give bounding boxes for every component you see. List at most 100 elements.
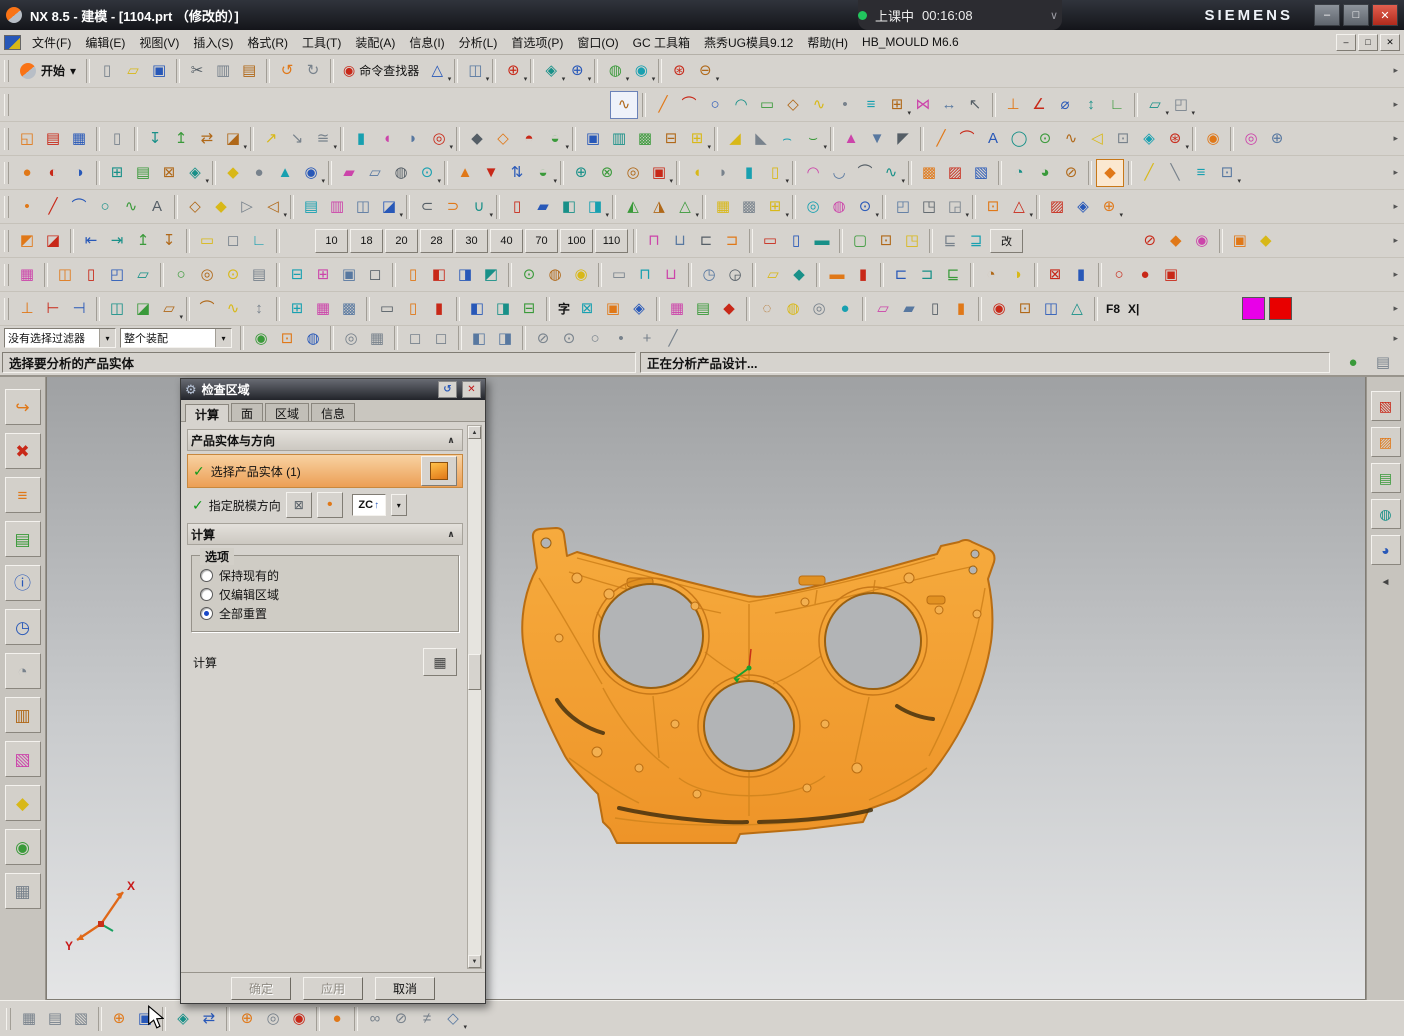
toolbar-icon[interactable]: ↗ — [258, 126, 284, 152]
toolbar-icon[interactable]: ◍▾ — [602, 58, 628, 84]
toolbar-icon[interactable]: ◠ — [728, 92, 754, 118]
toolbar-icon[interactable]: ▦ — [14, 262, 40, 288]
toolbar-icon[interactable]: ◕ — [1032, 160, 1058, 186]
toolbar-icon[interactable]: ↖ — [962, 92, 988, 118]
toolbar-icon[interactable]: ◻ — [220, 228, 246, 254]
toolbar-icon[interactable]: ↔ — [936, 92, 962, 118]
toolbar-icon[interactable]: ▱ — [130, 262, 156, 288]
toolbar-icon[interactable]: ◤ — [890, 126, 916, 152]
toolbar-icon[interactable]: ⊘ — [1137, 228, 1163, 254]
toolbar-icon[interactable]: ◭ — [620, 194, 646, 220]
child-minimize-button[interactable]: – — [1336, 34, 1356, 51]
toolbar-icon[interactable]: △ — [1064, 296, 1090, 322]
toolbar-icon[interactable]: ⊡ — [1110, 126, 1136, 152]
toolbar-icon[interactable]: ▣ — [1227, 228, 1253, 254]
dock-icon[interactable]: ▨ — [1371, 427, 1401, 457]
toolbar-icon[interactable]: ↥ — [130, 228, 156, 254]
toolbar-text-icon[interactable]: X| — [1124, 302, 1143, 316]
toolbar-icon[interactable]: ⊃ — [440, 194, 466, 220]
toolbar-icon[interactable]: ╱ — [650, 92, 676, 118]
toolbar-icon[interactable]: ∿ — [610, 91, 638, 119]
toolbar-icon[interactable]: ▣▾ — [646, 160, 672, 186]
menu-item[interactable]: GC 工具箱 — [626, 32, 697, 53]
toolbar-icon[interactable]: ∟ — [246, 228, 272, 254]
toolbar-icon[interactable]: ⊣ — [66, 296, 92, 322]
dock-icon[interactable]: ⓘ — [5, 565, 41, 601]
toolbar-icon[interactable]: ◻ — [402, 325, 428, 351]
toolbar-icon[interactable]: ≡ — [858, 92, 884, 118]
menu-item[interactable]: 燕秀UG模具9.12 — [697, 32, 800, 53]
dock-icon[interactable]: ◉ — [5, 829, 41, 865]
toolbar-icon[interactable]: ⊑ — [937, 228, 963, 254]
toolbar-icon[interactable]: ◈ — [1070, 194, 1096, 220]
menu-item[interactable]: HB_MOULD M6.6 — [855, 33, 966, 51]
toolbar-icon[interactable]: ⊥ — [1000, 92, 1026, 118]
select-product-body-row[interactable]: ✓ 选择产品实体 (1) — [187, 454, 463, 488]
toolbar-icon[interactable]: ◍ — [542, 262, 568, 288]
toolbar-icon[interactable]: ◍ — [388, 160, 414, 186]
toolbar-icon[interactable]: ⌢ — [774, 126, 800, 152]
toolbar-icon[interactable]: ◠ — [800, 160, 826, 186]
toolbar-icon[interactable]: ◆ — [716, 296, 742, 322]
toolbar-icon[interactable]: ▣ — [600, 296, 626, 322]
toolbar-icon[interactable]: ◆ — [1096, 159, 1124, 187]
radio-icon[interactable] — [200, 607, 213, 620]
toolbar-icon[interactable]: ◈▾ — [182, 160, 208, 186]
toolbar-text-icon[interactable]: F8 — [1102, 302, 1124, 316]
toolbar-icon[interactable]: ◪▾ — [220, 126, 246, 152]
toolbar-icon[interactable]: ⊙ — [516, 262, 542, 288]
toolbar-icon[interactable]: ⇤ — [78, 228, 104, 254]
radio-option[interactable]: 仅编辑区域 — [200, 585, 450, 604]
toolbar-icon[interactable]: ▦ — [710, 194, 736, 220]
toolbar-icon[interactable]: ▦ — [310, 296, 336, 322]
scrollbar-thumb[interactable] — [468, 654, 481, 690]
axis-combo[interactable]: ZC ↑ — [352, 494, 386, 516]
toolbar-number-button[interactable]: 10 — [315, 229, 348, 253]
toolbar-icon[interactable]: A — [144, 194, 170, 220]
point-dialog-button[interactable]: • — [317, 492, 343, 518]
toolbar-icon[interactable]: ∪▾ — [466, 194, 492, 220]
toolbar-icon[interactable]: ▼ — [478, 160, 504, 186]
color-swatch[interactable] — [1269, 297, 1292, 320]
toolbar-icon[interactable]: ⊗ — [594, 160, 620, 186]
toolbar-icon[interactable]: ◉▾ — [298, 160, 324, 186]
toolbar-icon[interactable]: ⌒ — [66, 194, 92, 220]
toolbar-icon[interactable]: ◷ — [696, 262, 722, 288]
toolbar-overflow-icon[interactable]: ▸ — [1391, 133, 1400, 144]
toolbar-icon[interactable]: ◆ — [464, 126, 490, 152]
system-menu-icon[interactable] — [4, 35, 21, 50]
toolbar-icon[interactable]: ⊙ — [556, 325, 582, 351]
dock-icon[interactable]: ◕ — [1371, 535, 1401, 565]
toolbar-icon[interactable]: ◉ — [1200, 126, 1226, 152]
toolbar-icon[interactable]: ⊡ — [1012, 296, 1038, 322]
toolbar-icon[interactable]: ⊘ — [388, 1006, 414, 1032]
toolbar-icon[interactable]: ⊏ — [693, 228, 719, 254]
toolbar-icon[interactable]: ◇ — [780, 92, 806, 118]
toolbar-icon[interactable]: ⊂ — [414, 194, 440, 220]
toolbar-icon[interactable]: ◨▾ — [582, 194, 608, 220]
toolbar-icon[interactable]: ∠ — [1026, 92, 1052, 118]
toolbar-icon[interactable]: ◨ — [490, 296, 516, 322]
toolbar-icon[interactable]: ◍ — [780, 296, 806, 322]
toolbar-icon[interactable]: ▮ — [736, 160, 762, 186]
toolbar-number-button[interactable]: 100 — [560, 229, 593, 253]
toolbar-icon[interactable]: ◪▾ — [376, 194, 402, 220]
menu-item[interactable]: 窗口(O) — [570, 32, 625, 53]
toolbar-overflow-icon[interactable]: ▸ — [1391, 99, 1400, 110]
toolbar-icon[interactable]: ⊓ — [632, 262, 658, 288]
wcs-triad[interactable]: X Y — [61, 874, 151, 959]
toolbar-icon[interactable]: ○ — [582, 325, 608, 351]
toolbar-icon[interactable]: ▯ — [78, 262, 104, 288]
toolbar-icon[interactable]: ↥ — [168, 126, 194, 152]
toolbar-icon[interactable]: ⊥ — [14, 296, 40, 322]
toolbar-icon[interactable]: ╱ — [660, 325, 686, 351]
toolbar-icon[interactable]: ▤ — [298, 194, 324, 220]
toolbar-icon[interactable]: ▱▾ — [156, 296, 182, 322]
toolbar-icon[interactable]: ◐ — [40, 160, 66, 186]
toolbar-icon[interactable]: ▱ — [120, 58, 146, 84]
toolbar-icon[interactable]: ▤ — [236, 58, 262, 84]
toolbar-icon[interactable]: ▩ — [336, 296, 362, 322]
toolbar-icon[interactable]: ▱ — [760, 262, 786, 288]
toolbar-icon[interactable]: ◧ — [466, 325, 492, 351]
toolbar-icon[interactable]: ▦ — [66, 126, 92, 152]
